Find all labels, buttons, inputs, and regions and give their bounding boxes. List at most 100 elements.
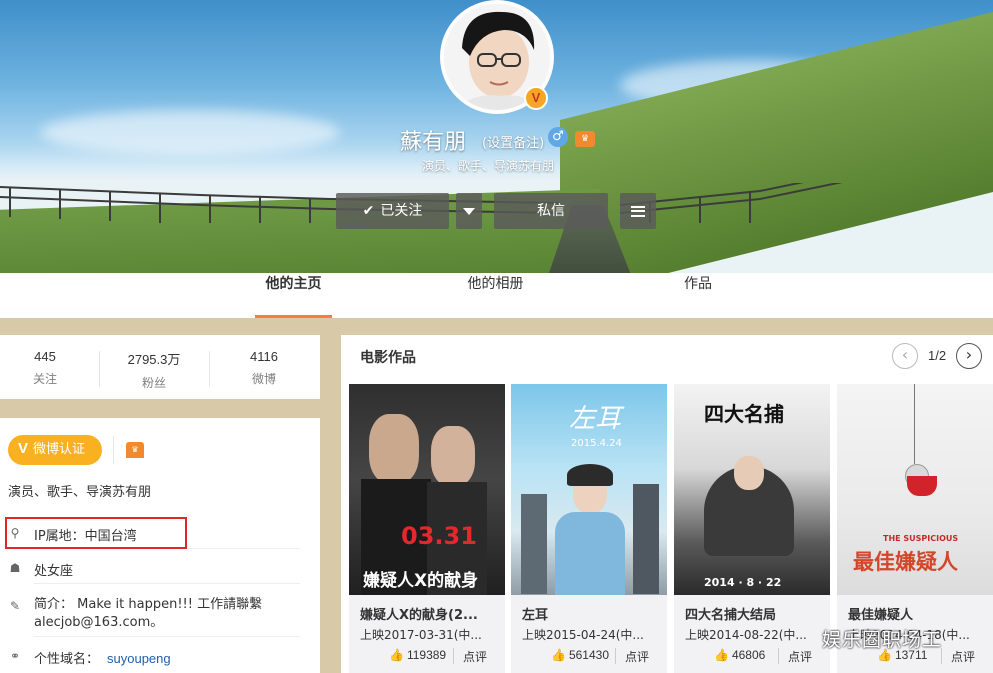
- movie-item[interactable]: 左耳 2015.4.24 左耳 上映2015-04-24(中... 👍 56143…: [511, 384, 667, 673]
- verified-v-badge: V: [524, 86, 548, 110]
- poster-figure: [431, 426, 475, 486]
- following-label: 已关注: [380, 203, 423, 219]
- chevron-right-icon: ›: [965, 345, 973, 364]
- divider: [113, 436, 114, 464]
- intro-label: 简介：: [34, 597, 74, 612]
- poster-date: 03.31: [401, 522, 477, 550]
- thumbs-up-icon: 👍: [389, 648, 404, 662]
- like-button[interactable]: 👍 46806: [714, 648, 765, 662]
- movie-works-card: 电影作品 ‹ 1/2 › 03.31 嫌疑人X的献身 嫌疑人X的献身(2... …: [341, 335, 993, 673]
- cloud: [40, 110, 340, 155]
- stat-value: 2795.3万: [127, 352, 181, 367]
- profile-bio: 演员、歌手、导演苏有朋: [422, 159, 555, 173]
- thumbs-up-icon: 👍: [714, 648, 729, 662]
- edit-icon: ✎: [9, 599, 21, 613]
- like-count: 119389: [406, 648, 447, 662]
- member-badge-icon[interactable]: ♛: [126, 442, 144, 458]
- stat-divider: [209, 351, 210, 387]
- domain-label: 个性域名：: [34, 652, 100, 667]
- movie-name[interactable]: 左耳: [522, 604, 662, 623]
- intro-row: ✎ 简介： Make it happen!!! 工作請聯繫 alecjob@16…: [8, 596, 301, 632]
- like-button[interactable]: 👍 561430: [551, 648, 609, 662]
- follow-dropdown-button[interactable]: [456, 193, 482, 229]
- stat-label: 微博: [251, 372, 276, 386]
- next-page-button[interactable]: ›: [956, 343, 982, 369]
- page-indicator: 1/2: [928, 348, 947, 363]
- poster-title: 嫌疑人X的献身: [363, 571, 479, 591]
- domain-link[interactable]: suyoupeng: [107, 651, 171, 666]
- stat-following[interactable]: 445 关注: [0, 349, 95, 387]
- stat-posts[interactable]: 4116 微博: [214, 349, 314, 387]
- section-title: 电影作品: [360, 350, 416, 366]
- review-button[interactable]: 点评: [951, 648, 975, 665]
- prev-page-button[interactable]: ‹: [892, 343, 918, 369]
- following-button[interactable]: ✔ 已关注: [336, 193, 449, 229]
- profile-tabs: 他的主页 他的相册 作品: [0, 273, 993, 318]
- weibo-verify-button[interactable]: V 微博认证: [8, 435, 102, 465]
- message-button[interactable]: 私信: [494, 193, 608, 229]
- like-count: 561430: [568, 648, 609, 662]
- zodiac-text: 处女座: [34, 564, 74, 579]
- more-menu-button[interactable]: [620, 193, 656, 229]
- watermark-text: 娱乐圈职场工: [822, 629, 943, 651]
- like-button[interactable]: 👍 119389: [389, 648, 446, 662]
- cover-hill: [560, 0, 993, 273]
- poster-string: [914, 384, 915, 464]
- poster-date: 2014 · 8 · 22: [704, 576, 782, 589]
- movie-poster[interactable]: 左耳 2015.4.24: [511, 384, 667, 595]
- divider: [453, 648, 454, 664]
- intro-line: 简介： Make it happen!!! 工作請聯繫: [34, 596, 301, 614]
- profile-username: 蘇有朋: [400, 130, 467, 155]
- divider: [34, 583, 300, 584]
- ip-highlight-box: [5, 517, 187, 549]
- stat-value: 445: [34, 349, 56, 364]
- poster-figure: [567, 464, 613, 486]
- tab-works[interactable]: 作品: [668, 273, 728, 318]
- poster-date: 2015.4.24: [571, 438, 622, 449]
- review-button[interactable]: 点评: [625, 648, 649, 665]
- poster-object: [907, 476, 937, 496]
- tab-album[interactable]: 他的相册: [448, 273, 543, 318]
- link-icon: ⚭: [9, 649, 21, 663]
- like-count: 46806: [731, 648, 766, 662]
- movie-item[interactable]: 03.31 嫌疑人X的献身 嫌疑人X的献身(2... 上映2017-03-31(…: [349, 384, 505, 673]
- intro-text: Make it happen!!! 工作請聯繫: [77, 597, 263, 612]
- stat-divider: [99, 351, 100, 387]
- verify-description: 演员、歌手、导演苏有朋: [8, 485, 152, 500]
- movie-name[interactable]: 最佳嫌疑人: [848, 604, 988, 623]
- movie-name[interactable]: 四大名捕大结局: [685, 604, 825, 623]
- set-remark-link[interactable]: (设置备注): [482, 132, 544, 151]
- poster-figure: [734, 456, 764, 490]
- review-button[interactable]: 点评: [463, 648, 487, 665]
- movie-poster[interactable]: THE SUSPICIOUS 最佳嫌疑人: [837, 384, 993, 595]
- divider: [778, 648, 779, 664]
- divider: [34, 636, 300, 637]
- member-crown-icon[interactable]: ♛: [575, 131, 595, 147]
- intro-email: alecjob@163.com。: [34, 615, 164, 630]
- zodiac-row: ☗ 处女座: [8, 560, 301, 579]
- movie-poster[interactable]: 03.31 嫌疑人X的献身: [349, 384, 505, 595]
- movie-poster[interactable]: 四大名捕 2014 · 8 · 22: [674, 384, 830, 595]
- stats-card: 445 关注 2795.3万 粉丝 4116 微博: [0, 335, 320, 399]
- thumbs-up-icon: 👍: [551, 648, 566, 662]
- verify-v-icon: V: [18, 440, 29, 457]
- tab-home[interactable]: 他的主页: [255, 273, 332, 318]
- stat-label: 粉丝: [141, 376, 166, 390]
- menu-icon: [631, 205, 645, 217]
- cake-icon: ☗: [9, 561, 21, 575]
- poster-figure: [521, 494, 547, 594]
- male-icon: ♂: [548, 127, 568, 147]
- domain-row: ⚭ 个性域名： suyoupeng: [8, 648, 301, 667]
- domain-line: 个性域名： suyoupeng: [34, 648, 301, 667]
- caret-down-icon: [463, 207, 475, 215]
- movie-release-date: 上映2014-08-22(中...: [685, 628, 807, 642]
- poster-figure: [369, 414, 419, 484]
- movie-item[interactable]: 四大名捕 2014 · 8 · 22 四大名捕大结局 上映2014-08-22(…: [674, 384, 830, 673]
- check-icon: ✔: [362, 203, 375, 219]
- poster-title: 四大名捕: [704, 402, 784, 426]
- poster-title: 最佳嫌疑人: [853, 550, 958, 574]
- stat-fans[interactable]: 2795.3万 粉丝: [104, 349, 204, 391]
- review-button[interactable]: 点评: [788, 648, 812, 665]
- movie-name[interactable]: 嫌疑人X的献身(2...: [360, 604, 500, 623]
- poster-subtitle: THE SUSPICIOUS: [883, 534, 959, 543]
